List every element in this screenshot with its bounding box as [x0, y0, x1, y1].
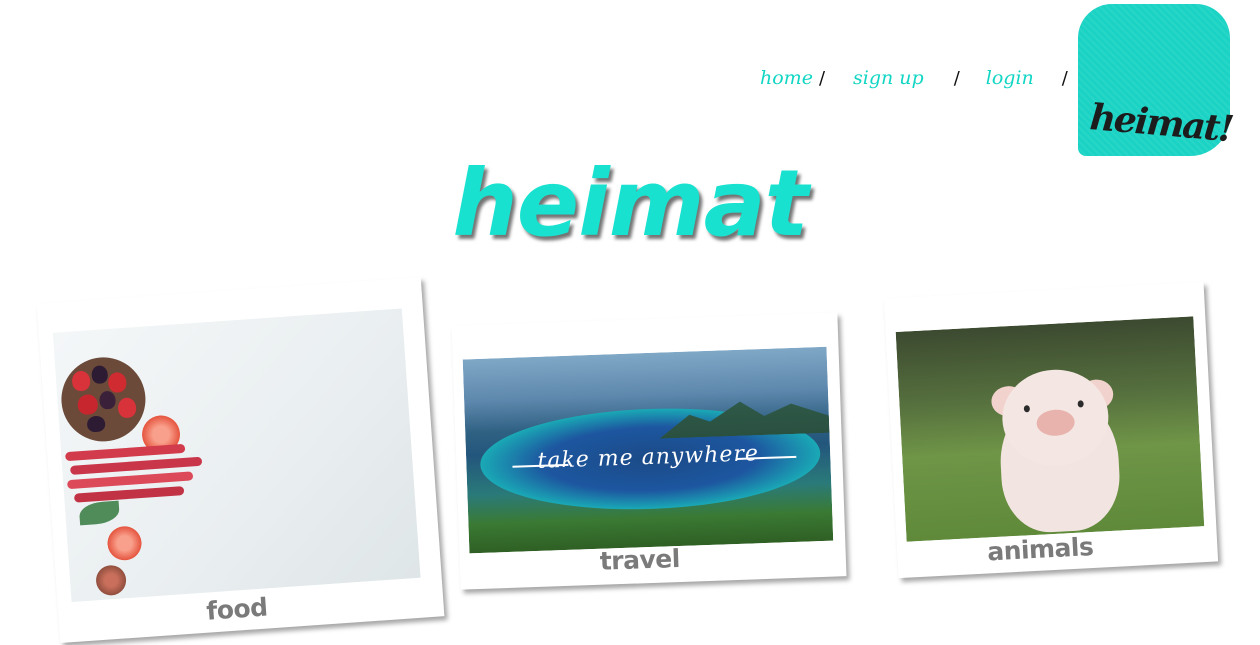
category-card-animals[interactable]: animals [883, 281, 1219, 579]
top-nav: home / sign up / login / [760, 62, 1068, 94]
category-card-food[interactable]: food [36, 276, 445, 644]
animals-photo [895, 316, 1205, 542]
category-card-travel[interactable]: take me anywhere travel [451, 312, 847, 590]
card-caption: animals [986, 531, 1095, 567]
nav-separator: / [818, 67, 826, 89]
nav-login-link[interactable]: login [986, 67, 1034, 89]
food-photo [52, 308, 421, 603]
card-caption: food [205, 592, 269, 626]
nav-separator: / [953, 67, 960, 89]
brand-logo[interactable]: heimat! [1078, 4, 1234, 156]
nav-signup-link[interactable]: sign up [853, 67, 924, 89]
page: home / sign up / login / heimat! heimat [0, 0, 1260, 645]
nav-separator: / [1061, 67, 1068, 89]
logo-text: heimat! [1088, 96, 1234, 151]
hero-title: heimat [452, 150, 808, 257]
nav-home-link[interactable]: home [760, 67, 813, 89]
card-caption: travel [599, 544, 681, 576]
travel-photo: take me anywhere [462, 346, 834, 554]
